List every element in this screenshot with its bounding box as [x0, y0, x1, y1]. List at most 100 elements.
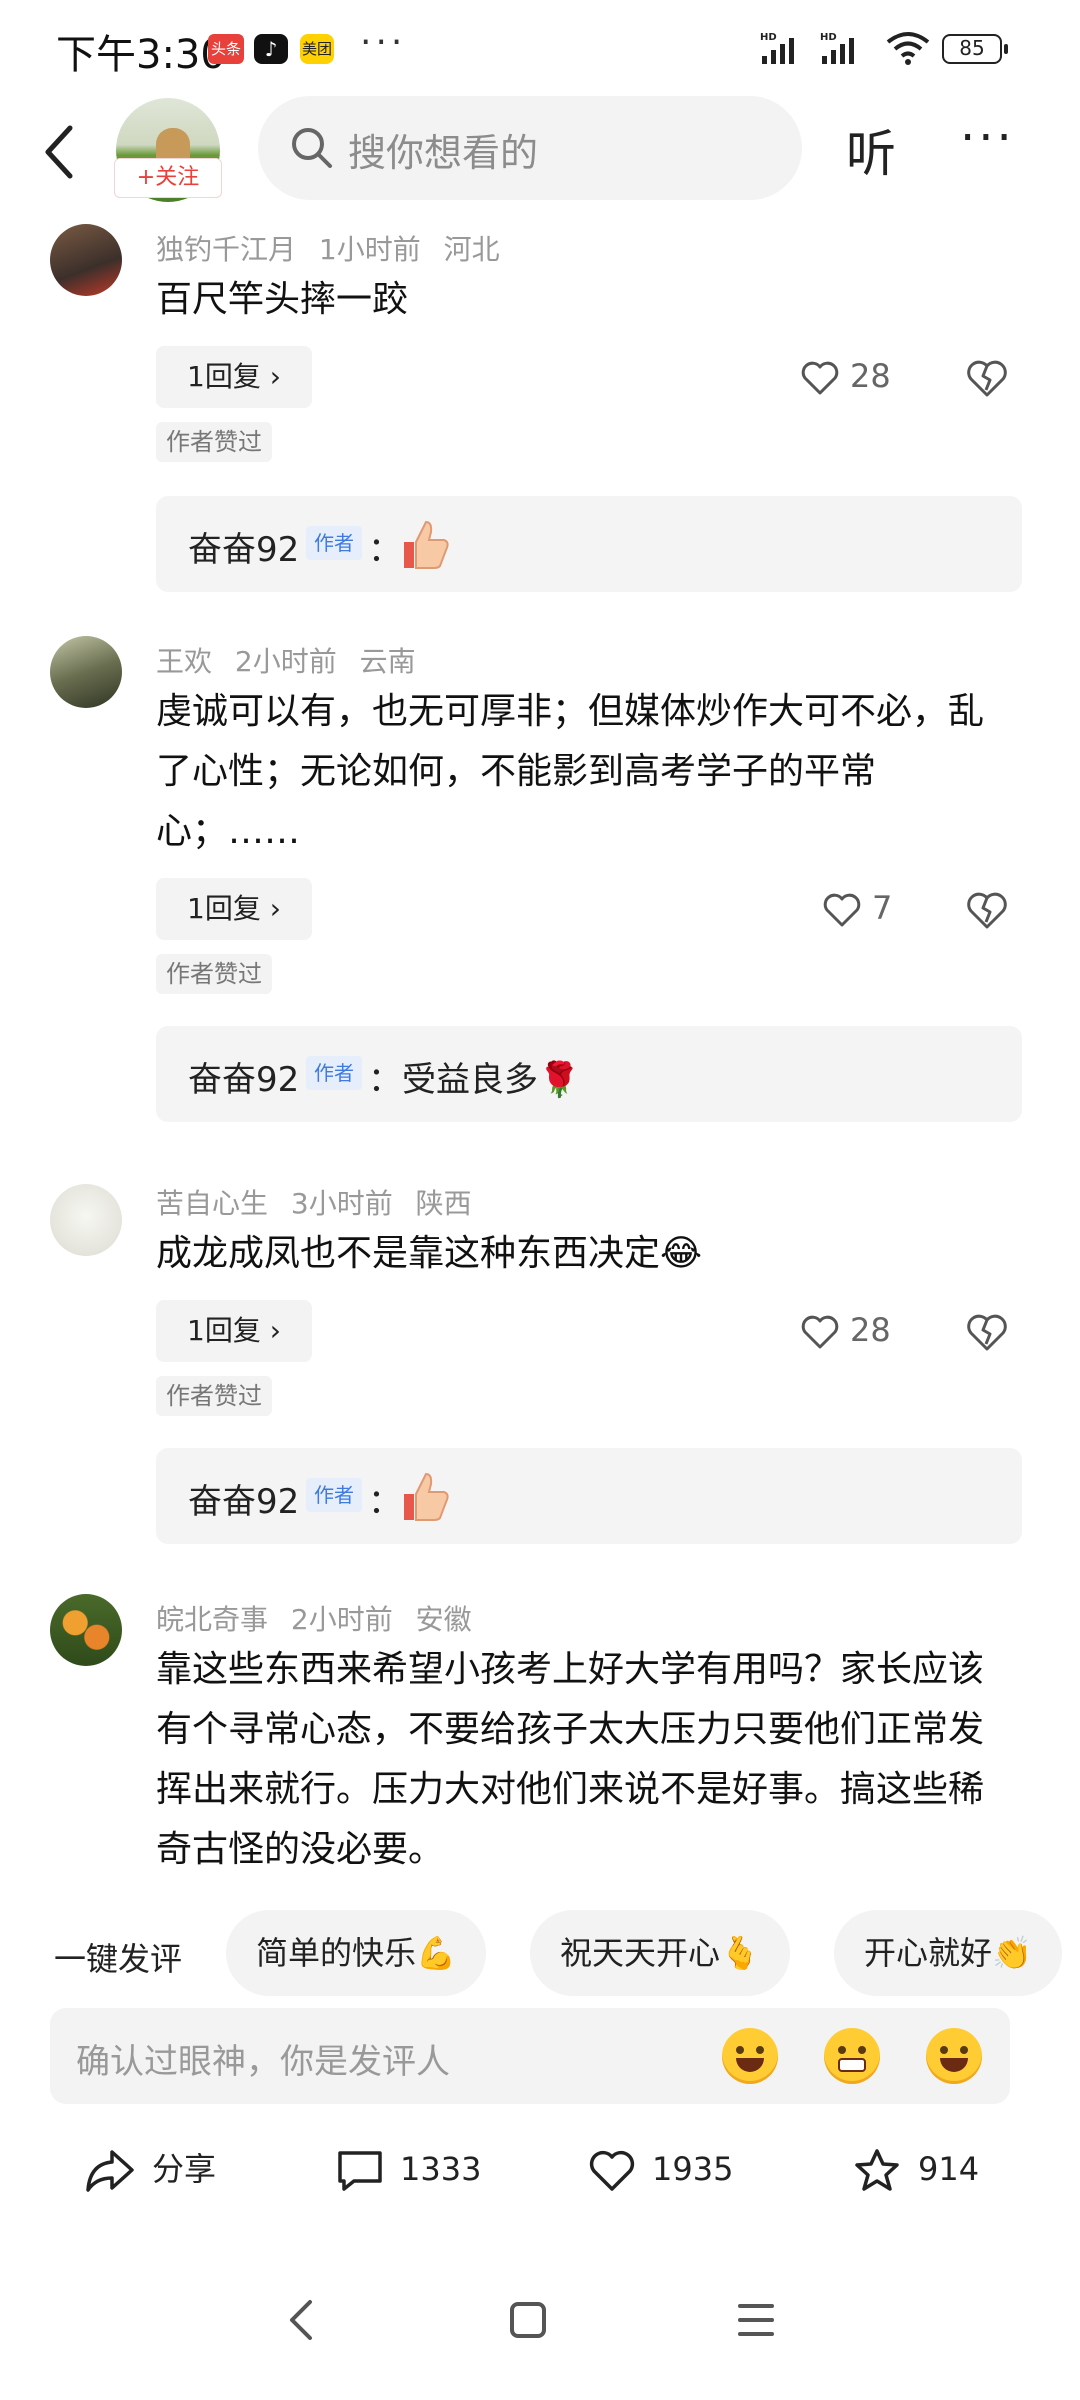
author-avatar[interactable]: +关注	[114, 98, 222, 202]
author-reply[interactable]: 奋奋92 作者 ：	[156, 496, 1022, 592]
meituan-app-icon: 美团	[300, 34, 334, 64]
like-button[interactable]: 28	[800, 1300, 891, 1360]
like-count: 7	[872, 889, 893, 927]
comment-time: 1小时前	[318, 233, 421, 266]
comment-location: 安徽	[415, 1603, 472, 1636]
favorite-button[interactable]: 914	[852, 2134, 979, 2204]
follow-button[interactable]: +关注	[114, 158, 222, 198]
nav-home-icon[interactable]	[488, 2280, 568, 2360]
svg-text:HD: HD	[760, 32, 777, 43]
comment-count: 1333	[400, 2150, 482, 2188]
comments-button[interactable]: 1333	[336, 2134, 481, 2204]
action-bar: 分享 1333 1935 914	[0, 2120, 1080, 2220]
favorite-count: 914	[918, 2150, 980, 2188]
comment-text: 靠这些东西来希望小孩考上好大学有用吗？家长应该有个寻常心态，不要给孩子太大压力只…	[156, 1649, 985, 1870]
back-arrow-icon[interactable]	[40, 122, 80, 182]
nav-menu-icon[interactable]	[716, 2280, 796, 2360]
search-placeholder: 搜你想看的	[348, 131, 539, 175]
header: +关注 搜你想看的 听 ···	[0, 96, 1080, 206]
comment-text: 成龙成凤也不是靠这种东西决定😂	[156, 1233, 703, 1274]
comment-time: 2小时前	[234, 645, 337, 678]
view-replies-button[interactable]: 1回复 ›	[156, 346, 312, 408]
thumbs-up-icon	[404, 1472, 449, 1521]
view-replies-button[interactable]: 1回复 ›	[156, 1300, 312, 1362]
view-replies-button[interactable]: 1回复 ›	[156, 878, 312, 940]
heart-icon	[801, 1315, 839, 1349]
author-reply[interactable]: 奋奋92 作者 ：	[156, 1448, 1022, 1544]
avatar[interactable]	[50, 1594, 122, 1666]
grinning-emoji-icon[interactable]	[824, 2028, 880, 2084]
like-button[interactable]: 7	[822, 878, 892, 938]
heart-icon	[823, 893, 861, 927]
author-tag: 作者	[306, 526, 362, 560]
laughing-emoji-icon[interactable]	[722, 2028, 778, 2084]
share-icon	[86, 2150, 134, 2192]
heart-icon	[801, 361, 839, 395]
comment-time: 2小时前	[290, 1603, 393, 1636]
comment-username[interactable]: 苦自心生	[156, 1187, 268, 1220]
toutiao-app-icon: 头条	[208, 34, 244, 64]
author-liked-badge: 作者赞过	[156, 954, 272, 994]
battery-icon: 85	[942, 34, 1008, 64]
comment-location: 云南	[359, 645, 416, 678]
share-label: 分享	[152, 2150, 217, 2188]
comment-username[interactable]: 皖北奇事	[156, 1603, 268, 1636]
comment-username[interactable]: 独钓千江月	[156, 233, 296, 266]
comment-meta: 苦自心生 3小时前 陕西	[156, 1182, 486, 1222]
reply-author-name: 奋奋92	[188, 530, 300, 570]
avatar[interactable]	[50, 636, 122, 708]
signal-icon-2: HD	[820, 32, 854, 64]
comment-text: 百尺竿头摔一跤	[156, 279, 409, 320]
broken-heart-icon[interactable]	[964, 886, 1010, 932]
quick-reply-chip[interactable]: 开心就好👏	[834, 1910, 1062, 1996]
reply-author-name: 奋奋92	[188, 1060, 300, 1100]
listen-button[interactable]: 听	[846, 114, 896, 186]
douyin-app-icon: ♪	[254, 34, 288, 64]
author-liked-badge: 作者赞过	[156, 422, 272, 462]
comment-meta: 独钓千江月 1小时前 河北	[156, 228, 514, 268]
quick-reply-label: 一键发评	[54, 1940, 183, 1978]
comment-meta: 皖北奇事 2小时前 安徽	[156, 1598, 486, 1638]
svg-text:HD: HD	[820, 32, 837, 43]
heart-icon	[589, 2150, 635, 2191]
more-notifications-icon: ···	[360, 22, 407, 63]
broken-heart-icon[interactable]	[964, 354, 1010, 400]
comment-time: 3小时前	[290, 1187, 393, 1220]
author-tag: 作者	[306, 1056, 362, 1090]
reply-author-name: 奋奋92	[188, 1482, 300, 1522]
author-reply[interactable]: 奋奋92 作者 ：受益良多🌹	[156, 1026, 1022, 1122]
avatar[interactable]	[50, 224, 122, 296]
author-tag: 作者	[306, 1478, 362, 1512]
comment-username[interactable]: 王欢	[156, 645, 212, 678]
rofl-emoji-icon[interactable]	[926, 2028, 982, 2084]
search-icon	[292, 128, 332, 168]
quick-reply-chip[interactable]: 简单的快乐💪	[226, 1910, 486, 1996]
comment-location: 陕西	[415, 1187, 472, 1220]
more-button[interactable]: ···	[960, 110, 1015, 166]
like-count: 28	[850, 1311, 891, 1349]
quick-reply-chip[interactable]: 祝天天开心🫰	[530, 1910, 790, 1996]
comment-input-placeholder: 确认过眼神，你是发评人	[76, 2042, 450, 2082]
broken-heart-icon[interactable]	[964, 1308, 1010, 1354]
status-bar: 下午3:30 头条 ♪ 美团 ··· HD HD 85	[0, 0, 1080, 96]
status-time: 下午3:30	[56, 32, 226, 78]
signal-icon: HD	[760, 32, 794, 64]
star-icon	[855, 2149, 899, 2191]
search-bar[interactable]: 搜你想看的	[258, 96, 802, 200]
like-post-button[interactable]: 1935	[588, 2134, 733, 2204]
like-count: 28	[850, 357, 891, 395]
author-liked-badge: 作者赞过	[156, 1376, 272, 1416]
reply-text: ：受益良多🌹	[368, 1060, 581, 1100]
avatar[interactable]	[50, 1184, 122, 1256]
like-button[interactable]: 28	[800, 346, 891, 406]
like-count: 1935	[652, 2150, 734, 2188]
comment-input[interactable]: 确认过眼神，你是发评人	[50, 2008, 1010, 2104]
comment-icon	[338, 2151, 382, 2191]
nav-back-icon[interactable]	[262, 2280, 342, 2360]
wifi-icon	[886, 32, 930, 65]
share-button[interactable]: 分享	[84, 2134, 216, 2204]
thumbs-up-icon	[404, 520, 449, 569]
quick-replies: 一键发评 简单的快乐💪 祝天天开心🫰 开心就好👏	[0, 1910, 1080, 2000]
comment-location: 河北	[443, 233, 500, 266]
comment-text: 虔诚可以有，也无可厚非；但媒体炒作大可不必，乱了心性；无论如何，不能影到高考学子…	[156, 691, 985, 852]
